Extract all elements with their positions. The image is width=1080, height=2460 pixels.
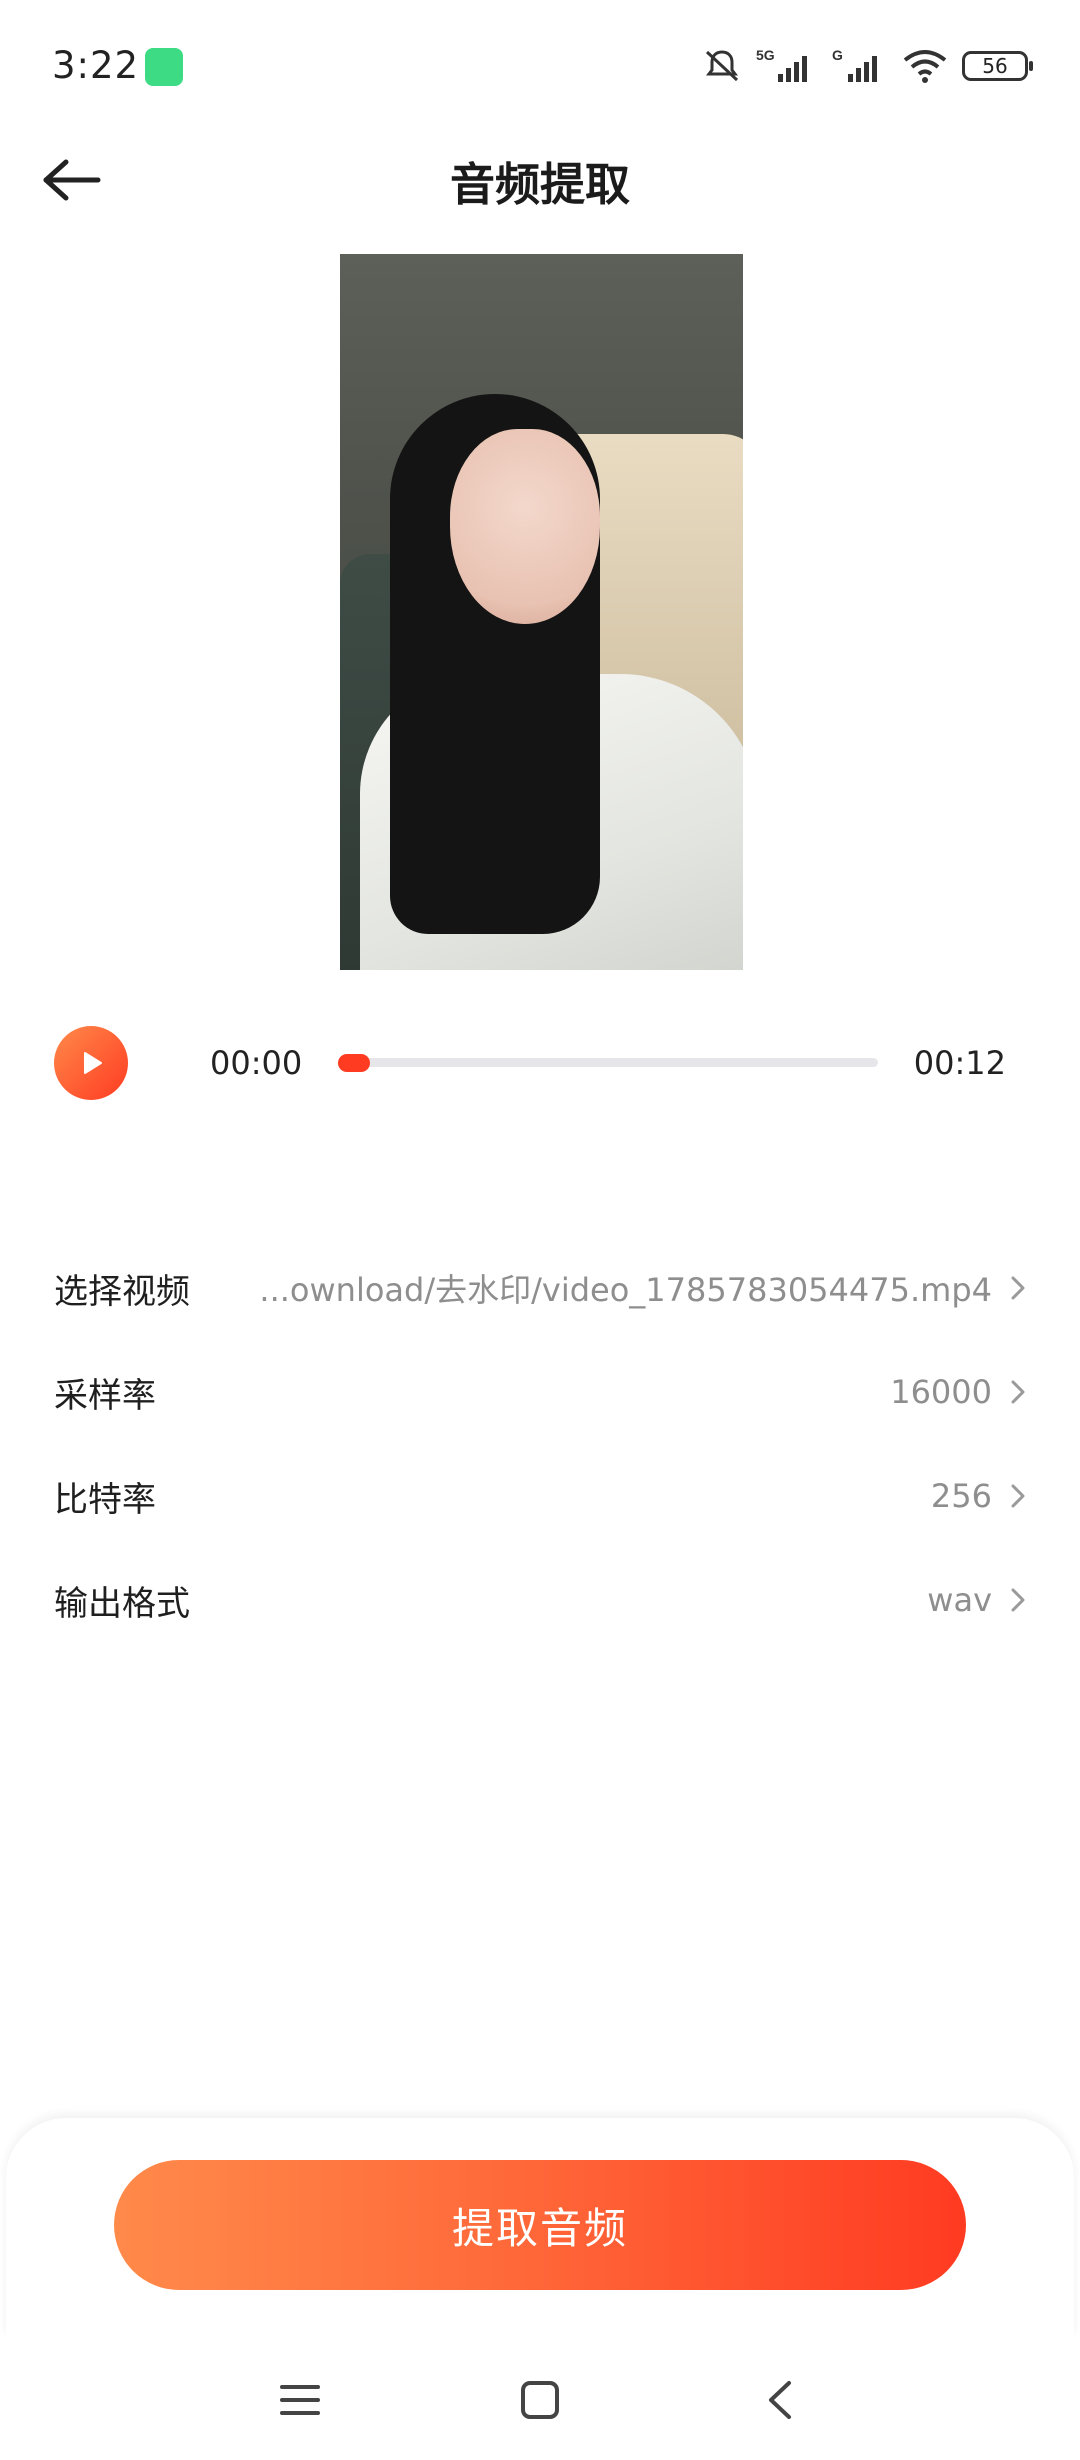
battery-icon: 56: [962, 51, 1033, 81]
total-time: 00:12: [913, 1044, 1006, 1082]
setting-row-video[interactable]: 选择视频 ...ownload/去水印/video_1785783054475.…: [0, 1236, 1080, 1340]
g-signal-icon: G: [832, 47, 877, 82]
video-thumbnail[interactable]: [340, 254, 743, 970]
setting-label: 输出格式: [54, 1583, 190, 1624]
chevron-right-icon: [1004, 1586, 1032, 1614]
menu-nav-button[interactable]: [270, 2370, 330, 2430]
setting-value: 256: [930, 1477, 992, 1515]
setting-label: 比特率: [54, 1479, 156, 1520]
setting-value: 16000: [890, 1373, 992, 1411]
screen: 3:22 5G G 56 音频提取 00:00 00:12 选择视频 ...ow…: [0, 0, 1080, 2460]
status-time: 3:22: [52, 44, 140, 87]
svg-text:5G: 5G: [756, 47, 775, 63]
progress-fill[interactable]: [338, 1054, 371, 1072]
settings-list: 选择视频 ...ownload/去水印/video_1785783054475.…: [0, 1236, 1080, 1652]
status-icons: 5G G 56: [702, 44, 1033, 88]
setting-label: 采样率: [54, 1375, 156, 1416]
play-button[interactable]: [54, 1026, 128, 1100]
setting-row-bitrate[interactable]: 比特率 256: [0, 1444, 1080, 1548]
status-bar: 3:22 5G G 56: [0, 0, 1080, 140]
wifi-icon: [903, 50, 947, 83]
extract-audio-button[interactable]: 提取音频: [114, 2160, 966, 2290]
page-title: 音频提取: [449, 158, 630, 211]
home-nav-button[interactable]: [510, 2370, 570, 2430]
current-time: 00:00: [210, 1044, 303, 1082]
5g-signal-icon: 5G: [756, 47, 807, 82]
setting-row-format[interactable]: 输出格式 wav: [0, 1548, 1080, 1652]
play-icon: [84, 1052, 102, 1074]
face-shape: [450, 429, 600, 624]
setting-value: wav: [927, 1581, 992, 1619]
back-nav-button[interactable]: [750, 2370, 810, 2430]
android-icon: [145, 48, 183, 86]
battery-level: 56: [982, 54, 1008, 78]
chevron-right-icon: [1004, 1378, 1032, 1406]
setting-row-sample-rate[interactable]: 采样率 16000: [0, 1340, 1080, 1444]
setting-value: ...ownload/去水印/video_1785783054475.mp4: [259, 1271, 992, 1309]
chevron-right-icon: [1004, 1274, 1032, 1302]
chevron-right-icon: [1004, 1482, 1032, 1510]
menu-icon: [280, 2385, 320, 2415]
svg-text:G: G: [832, 47, 843, 63]
back-icon: [769, 2381, 791, 2419]
setting-label: 选择视频: [54, 1271, 190, 1312]
progress-slider[interactable]: [338, 1054, 878, 1072]
silent-bell-icon: [705, 50, 739, 82]
home-icon: [521, 2381, 559, 2419]
